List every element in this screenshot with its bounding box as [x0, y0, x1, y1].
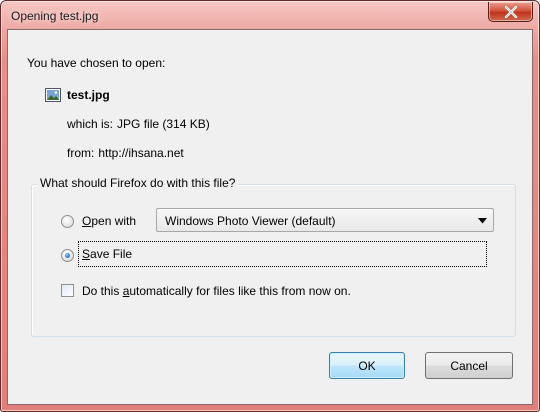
application-select[interactable]: Windows Photo Viewer (default)	[156, 208, 494, 232]
chevron-down-icon	[478, 218, 487, 224]
source-url: http://ihsana.net	[98, 146, 184, 160]
save-file-focus-rect	[78, 241, 487, 267]
file-type-value: JPG file (314 KB)	[117, 117, 210, 131]
ok-button[interactable]: OK	[329, 352, 405, 379]
file-name: test.jpg	[67, 88, 110, 102]
open-with-label-rest: pen with	[91, 214, 137, 228]
open-with-accel: O	[82, 214, 92, 228]
auto-action-rest: utomatically for files like this from no…	[129, 284, 351, 298]
cancel-button[interactable]: Cancel	[425, 352, 513, 379]
window-title: Opening test.jpg	[11, 9, 99, 23]
auto-action-label[interactable]: Do this automatically for files like thi…	[82, 284, 351, 298]
save-file-accel: S	[82, 247, 91, 261]
file-row: test.jpg	[45, 86, 110, 104]
intro-text: You have chosen to open:	[27, 56, 166, 70]
application-select-value: Windows Photo Viewer (default)	[165, 214, 336, 228]
image-file-icon	[45, 88, 61, 102]
open-with-radio[interactable]	[61, 215, 74, 228]
action-group-legend: What should Firefox do with this file?	[37, 176, 239, 190]
auto-action-pre: Do this	[82, 284, 123, 298]
close-button[interactable]	[488, 2, 533, 22]
save-file-label[interactable]: Save File	[82, 247, 132, 261]
save-file-radio[interactable]	[61, 249, 74, 262]
auto-action-checkbox[interactable]	[61, 284, 74, 297]
source-row: from: http://ihsana.net	[67, 146, 184, 160]
open-with-label[interactable]: Open with	[82, 214, 136, 228]
which-is-label: which is:	[67, 117, 114, 131]
save-file-label-rest: ave File	[90, 247, 133, 261]
close-x-icon	[504, 5, 517, 18]
title-bar[interactable]: Opening test.jpg	[1, 1, 539, 31]
from-label: from:	[67, 146, 95, 160]
file-type-row: which is: JPG file (314 KB)	[67, 117, 210, 131]
